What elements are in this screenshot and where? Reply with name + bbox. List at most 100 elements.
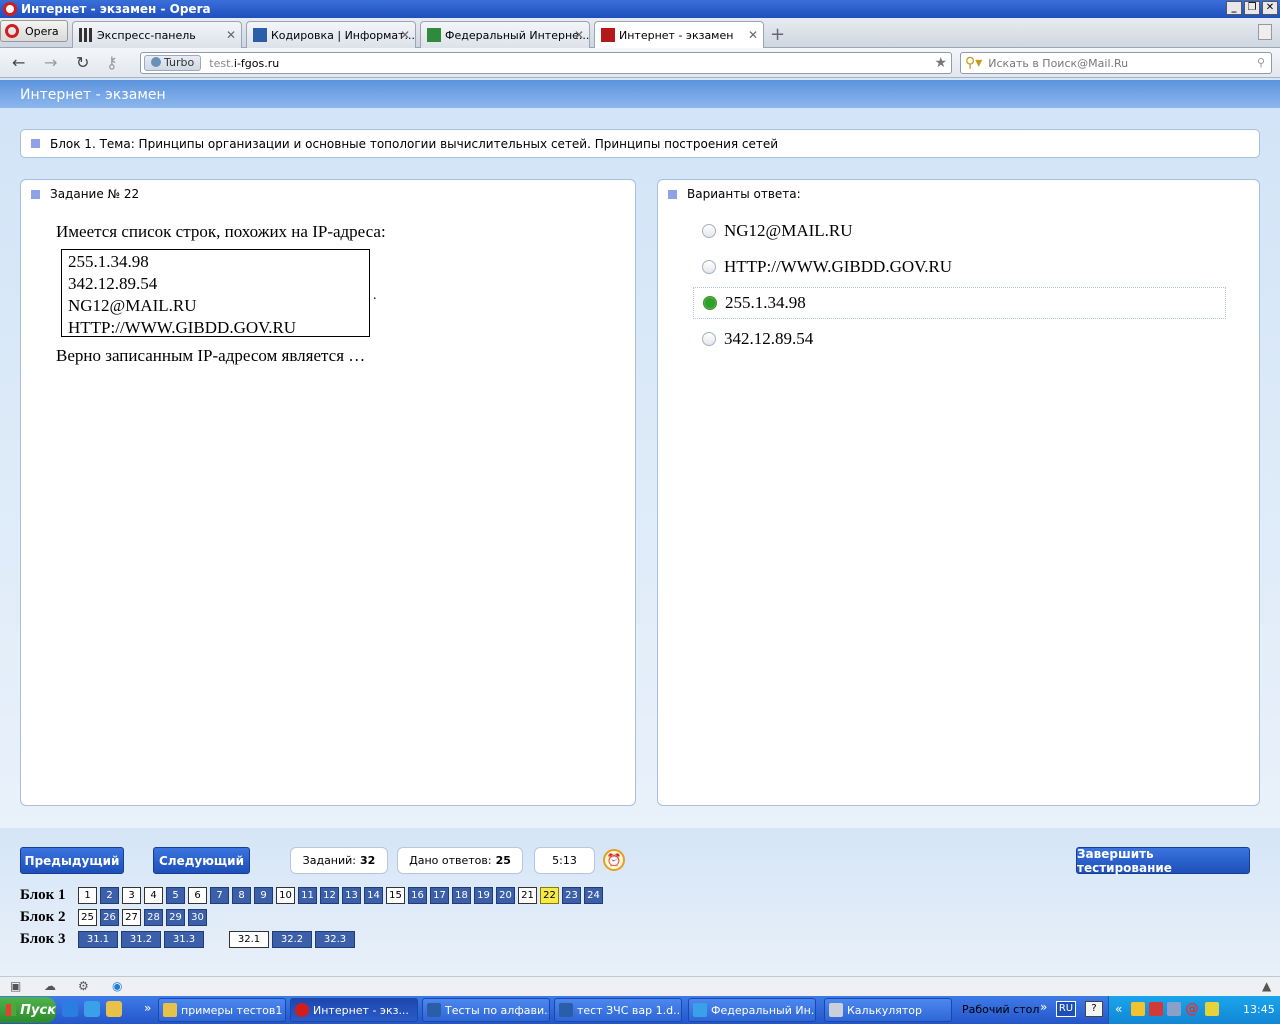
task-nav-button[interactable]: 18 [452, 887, 471, 904]
task-nav-button[interactable]: 31.2 [121, 931, 161, 948]
turbo-button[interactable]: Turbo [144, 55, 202, 71]
task-nav-button[interactable]: 31.3 [164, 931, 204, 948]
trash-icon[interactable] [1258, 24, 1272, 40]
network-icon[interactable] [1167, 1002, 1181, 1016]
opera-menu-button[interactable]: Opera [0, 20, 68, 42]
ie-icon[interactable] [62, 1001, 78, 1017]
reload-icon[interactable]: ↻ [76, 53, 89, 72]
folder-icon[interactable] [106, 1001, 122, 1017]
tray-expand-icon[interactable]: « [1115, 1002, 1122, 1016]
task-nav-button[interactable]: 29 [166, 909, 185, 926]
quicklaunch-more-icon[interactable]: » [144, 1001, 151, 1015]
desktop-toolbar-label[interactable]: Рабочий стол [962, 1003, 1039, 1016]
answer-option-3[interactable]: 255.1.34.98 [693, 287, 1226, 319]
task-nav-button[interactable]: 11 [298, 887, 317, 904]
close-tab-icon[interactable]: ✕ [226, 28, 236, 42]
search-icon[interactable]: ⚲ [1257, 56, 1265, 69]
tab-internet-exam[interactable]: Интернет - экзамен ✕ [594, 21, 764, 48]
close-window-button[interactable]: ✕ [1262, 1, 1278, 15]
address-bar[interactable]: Turbo test.i-fgos.ru ★ [140, 52, 952, 74]
tab-federal[interactable]: Федеральный Интерне... ✕ [420, 21, 590, 48]
task-nav-button[interactable]: 31.1 [78, 931, 118, 948]
task-nav-button[interactable]: 7 [210, 887, 229, 904]
bookmark-star-icon[interactable]: ★ [934, 55, 947, 71]
maximize-button[interactable]: ❐ [1244, 1, 1260, 15]
task-nav-button[interactable]: 9 [254, 887, 273, 904]
radio-button[interactable] [702, 260, 716, 274]
task-nav-button[interactable]: 14 [364, 887, 383, 904]
help-icon[interactable]: ? [1085, 1001, 1103, 1017]
taskbar-item-calculator[interactable]: Калькулятор [824, 998, 952, 1022]
task-nav-button[interactable]: 5 [166, 887, 185, 904]
mail-agent-icon[interactable]: @ [1185, 1001, 1199, 1017]
key-icon[interactable]: ⚷ [106, 53, 118, 72]
task-nav-button[interactable]: 22 [540, 887, 559, 904]
search-field[interactable]: ⚲▾ Искать в Поиск@Mail.Ru ⚲ [960, 52, 1272, 74]
taskbar-item-folder[interactable]: примеры тестов1 [158, 998, 286, 1022]
tab-encoding[interactable]: Кодировка | Информат... ✕ [246, 21, 416, 48]
task-nav-button[interactable]: 23 [562, 887, 581, 904]
close-tab-icon[interactable]: ✕ [574, 28, 584, 42]
task-nav-button[interactable]: 28 [144, 909, 163, 926]
task-nav-button[interactable]: 21 [518, 887, 537, 904]
shield-icon[interactable] [1131, 1002, 1145, 1016]
panel-toggle-icon[interactable]: ▣ [10, 979, 21, 993]
task-nav-button[interactable]: 1 [78, 887, 97, 904]
close-tab-icon[interactable]: ✕ [748, 28, 758, 42]
block-1-buttons: 1 2 3 4 5 6 7 8 9 10 11 12 13 14 15 16 17 18 19 20 21 22 23 24 [78, 887, 606, 904]
toolbar-more-icon[interactable]: » [1040, 1000, 1047, 1014]
tab-express-panel[interactable]: Экспресс-панель ✕ [72, 21, 242, 48]
radio-button-checked[interactable] [703, 296, 717, 310]
clock-time[interactable]: 13:45 [1243, 1003, 1275, 1016]
task-nav-button[interactable]: 30 [188, 909, 207, 926]
task-nav-button[interactable]: 24 [584, 887, 603, 904]
new-tab-button[interactable]: + [770, 24, 785, 45]
task-nav-button[interactable]: 32.3 [315, 931, 355, 948]
finish-test-button[interactable]: Завершить тестирование [1076, 847, 1250, 875]
speed-icon[interactable]: ◉ [112, 979, 122, 993]
task-nav-button[interactable]: 12 [320, 887, 339, 904]
taskbar-item-opera[interactable]: Интернет - экз... [290, 998, 418, 1022]
task-nav-button[interactable]: 16 [408, 887, 427, 904]
taskbar-item-federal[interactable]: Федеральный Ин... [688, 998, 816, 1022]
task-nav-button[interactable]: 19 [474, 887, 493, 904]
back-icon[interactable]: ← [12, 53, 25, 72]
task-nav-button[interactable]: 20 [496, 887, 515, 904]
search-engine-icon[interactable]: ⚲▾ [965, 55, 982, 71]
task-nav-button[interactable]: 32.2 [272, 931, 312, 948]
task-nav-button[interactable]: 32.1 [229, 931, 269, 948]
minimize-button[interactable]: _ [1226, 1, 1242, 15]
task-nav-button[interactable]: 2 [100, 887, 119, 904]
close-tab-icon[interactable]: ✕ [400, 28, 410, 42]
answer-option-4[interactable]: 342.12.89.54 [693, 323, 1226, 355]
scroll-up-icon[interactable]: ▲ [1262, 979, 1271, 993]
answer-option-2[interactable]: HTTP://WWW.GIBDD.GOV.RU [693, 251, 1226, 283]
tray-app-icon[interactable] [1205, 1002, 1219, 1016]
task-nav-button[interactable]: 6 [188, 887, 207, 904]
radio-button[interactable] [702, 332, 716, 346]
task-nav-button[interactable]: 17 [430, 887, 449, 904]
task-nav-button[interactable]: 26 [100, 909, 119, 926]
taskbar-item-word-2[interactable]: тест ЗЧС вар 1.d... [554, 998, 682, 1022]
previous-button[interactable]: Предыдущий [20, 847, 124, 874]
language-indicator[interactable]: RU [1056, 1001, 1076, 1017]
forward-icon[interactable]: → [44, 53, 57, 72]
task-nav-button[interactable]: 27 [122, 909, 141, 926]
radio-button[interactable] [702, 224, 716, 238]
cloud-icon[interactable]: ☁ [44, 979, 56, 993]
unite-icon[interactable]: ⚙ [78, 979, 89, 993]
task-nav-button[interactable]: 3 [122, 887, 141, 904]
task-nav-button[interactable]: 13 [342, 887, 361, 904]
task-nav-button[interactable]: 10 [276, 887, 295, 904]
taskbar-item-label: Калькулятор [847, 1003, 922, 1017]
start-button[interactable]: Пуск [0, 997, 56, 1023]
antivirus-icon[interactable] [1149, 1002, 1163, 1016]
task-nav-button[interactable]: 4 [144, 887, 163, 904]
task-nav-button[interactable]: 8 [232, 887, 251, 904]
task-nav-button[interactable]: 15 [386, 887, 405, 904]
task-nav-button[interactable]: 25 [78, 909, 97, 926]
browser-icon[interactable] [84, 1001, 100, 1017]
next-button[interactable]: Следующий [153, 847, 250, 874]
answer-option-1[interactable]: NG12@MAIL.RU [693, 215, 1226, 247]
taskbar-item-word-1[interactable]: Тесты по алфави... [422, 998, 550, 1022]
